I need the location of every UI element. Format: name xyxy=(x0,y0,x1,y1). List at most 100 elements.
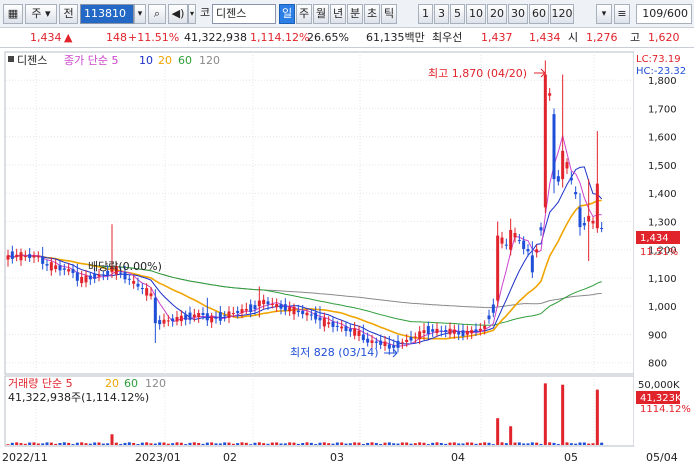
volume-bar xyxy=(114,442,118,445)
speaker-dropdown-icon[interactable]: ▾ xyxy=(188,4,196,24)
interval-button-3[interactable]: 3 xyxy=(434,4,449,24)
price-tick-label: 1,700 xyxy=(648,104,677,115)
candle-body xyxy=(275,303,279,308)
interval-button-10[interactable]: 10 xyxy=(466,4,486,24)
candle-body xyxy=(75,272,79,281)
volume-bar xyxy=(218,443,222,445)
legend-handle-icon[interactable] xyxy=(8,56,14,62)
period-button-0[interactable]: 일 xyxy=(279,4,295,24)
legend-vol-ma60[interactable]: 60 xyxy=(124,377,138,390)
period-button-6[interactable]: 틱 xyxy=(381,4,397,24)
settings-icon[interactable]: ≡ xyxy=(614,4,630,24)
candle-body xyxy=(552,114,556,180)
period-button-2[interactable]: 월 xyxy=(313,4,329,24)
volume-bar xyxy=(470,442,474,445)
legend-ma10[interactable]: 10 xyxy=(139,54,153,67)
candle-body xyxy=(223,315,227,317)
name-prefix-label: 코 xyxy=(199,6,211,19)
legend-ma20[interactable]: 20 xyxy=(158,54,172,67)
volume-bar xyxy=(548,442,552,445)
period-button-4[interactable]: 분 xyxy=(347,4,363,24)
volume-bar xyxy=(54,443,58,445)
volume-bar xyxy=(296,443,300,445)
volume-bar xyxy=(435,442,439,445)
candle-body xyxy=(270,304,274,306)
legend-ma5[interactable]: 종가 단순 5 xyxy=(64,54,118,67)
volume-bar xyxy=(396,443,400,445)
candle-body xyxy=(582,222,586,226)
speaker-icon[interactable]: ◀) xyxy=(168,4,188,24)
candle-body xyxy=(461,330,465,337)
period-button-3[interactable]: 년 xyxy=(330,4,346,24)
volume-panel xyxy=(4,375,635,447)
code-dropdown-arrow-icon[interactable]: ▾ xyxy=(134,4,146,24)
hc-label: HC:-23.32 xyxy=(636,66,686,77)
candle-body xyxy=(500,237,504,244)
candle-body xyxy=(565,162,569,169)
candle-body xyxy=(136,283,140,287)
volume-bar xyxy=(418,442,422,445)
volume-bar xyxy=(496,418,500,445)
volume-bar xyxy=(19,443,23,445)
candle-body xyxy=(166,320,170,322)
legend-ma60[interactable]: 60 xyxy=(178,54,192,67)
menu-grid-icon[interactable]: ▦ xyxy=(3,4,23,24)
candle-body xyxy=(240,309,244,314)
stock-code-input[interactable]: 113810 xyxy=(80,4,134,24)
high-price: 1,620 xyxy=(648,31,680,44)
data-count-field[interactable]: 109/600 xyxy=(636,4,692,24)
time-tick-label: 04 xyxy=(451,451,465,464)
candle-body xyxy=(132,280,136,284)
volume-bar xyxy=(210,442,214,445)
change-amount: 148 xyxy=(106,31,127,44)
interval-button-120[interactable]: 120 xyxy=(550,4,574,24)
volume-bar xyxy=(491,444,495,445)
candle-body xyxy=(318,317,322,321)
volume-bar xyxy=(552,442,556,445)
candle-body xyxy=(569,177,573,181)
candle-body xyxy=(101,274,105,276)
low-annotation: 최저 828 (03/14) xyxy=(290,346,379,359)
legend-vol-ma20[interactable]: 20 xyxy=(105,377,119,390)
type-select[interactable]: 주 ▾ xyxy=(25,4,57,24)
legend-vol-ma120[interactable]: 120 xyxy=(145,377,166,390)
volume-bar xyxy=(67,442,71,445)
period-button-5[interactable]: 초 xyxy=(364,4,380,24)
legend-ma120[interactable]: 120 xyxy=(199,54,220,67)
volume-bar xyxy=(184,444,188,445)
volume-bar xyxy=(301,443,305,445)
candle-body xyxy=(370,340,374,343)
volume-bar xyxy=(201,443,205,445)
volume-bar xyxy=(379,443,383,445)
stock-chart[interactable]: 1,8001,7001,6001,5001,4001,3001,2001,100… xyxy=(0,48,694,465)
interval-button-5[interactable]: 5 xyxy=(450,4,465,24)
interval-dropdown-icon[interactable]: ▾ xyxy=(596,4,612,24)
candle-body xyxy=(257,300,261,307)
period-button-1[interactable]: 주 xyxy=(296,4,312,24)
candle-body xyxy=(474,329,478,332)
price-tick-label: 1,100 xyxy=(648,274,677,285)
price-tick-label: 1,300 xyxy=(648,217,677,228)
interval-button-20[interactable]: 20 xyxy=(487,4,507,24)
volume-bar xyxy=(565,442,569,445)
volume-bar xyxy=(93,442,97,445)
candle-body xyxy=(301,310,305,315)
volume-bar xyxy=(413,443,417,445)
prev-button[interactable]: 전 xyxy=(59,4,78,24)
interval-button-30[interactable]: 30 xyxy=(508,4,528,24)
volume-title[interactable]: 거래량 단순 5 xyxy=(8,377,73,390)
volume-bar xyxy=(543,383,547,445)
volume-bar xyxy=(45,442,49,445)
search-icon[interactable]: ⌕ xyxy=(148,4,166,24)
dividend-annotation: 배당락(0.00%) xyxy=(88,260,162,273)
candle-body xyxy=(97,274,101,277)
candle-body xyxy=(210,316,214,323)
interval-button-1[interactable]: 1 xyxy=(418,4,433,24)
candle-body xyxy=(227,311,231,318)
interval-button-60[interactable]: 60 xyxy=(529,4,549,24)
stock-name-field[interactable]: 디젠스 xyxy=(212,4,276,24)
volume-bar xyxy=(231,443,235,445)
volume-bar xyxy=(595,389,599,445)
time-tick-label: 02 xyxy=(223,451,237,464)
candle-body xyxy=(296,310,300,313)
